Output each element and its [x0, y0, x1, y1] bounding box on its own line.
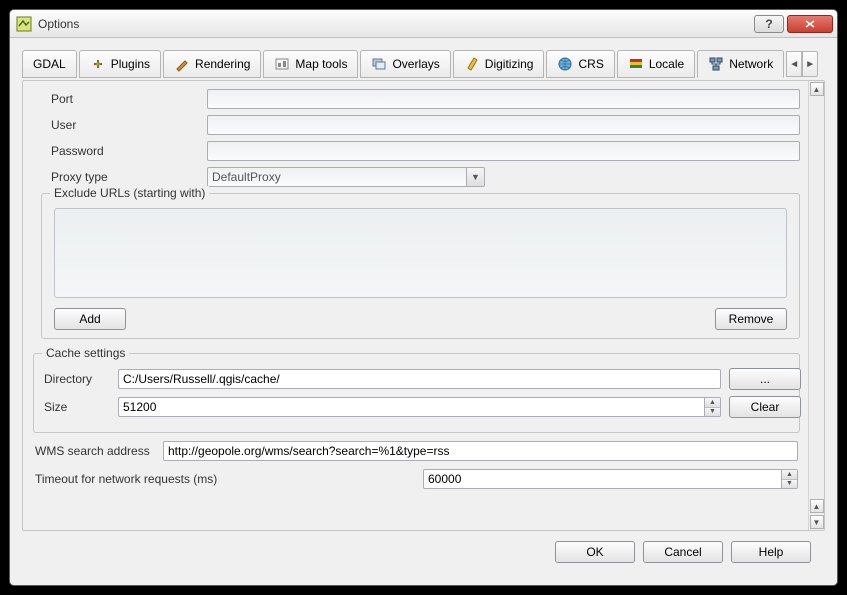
globe-icon: [557, 56, 573, 72]
exclude-urls-list[interactable]: [54, 208, 787, 298]
proxy-type-combo[interactable]: ▼: [207, 167, 800, 187]
window-title: Options: [38, 17, 751, 31]
tab-digitizing[interactable]: Digitizing: [453, 50, 545, 78]
tab-scroll-right[interactable]: ►: [802, 51, 818, 77]
options-dialog: Options ? GDAL Plugins Rendering Map too…: [9, 9, 838, 586]
tab-strip: GDAL Plugins Rendering Map tools Overlay…: [22, 48, 825, 80]
wms-label: WMS search address: [35, 444, 155, 458]
size-spinbox[interactable]: ▲▼: [118, 397, 721, 417]
directory-input[interactable]: [118, 369, 721, 389]
overlays-icon: [371, 56, 387, 72]
vertical-scrollbar[interactable]: ▲ ▲ ▼: [808, 81, 824, 530]
ok-button[interactable]: OK: [555, 541, 635, 563]
timeout-label: Timeout for network requests (ms): [35, 472, 415, 486]
timeout-input[interactable]: [423, 469, 782, 489]
tab-plugins[interactable]: Plugins: [79, 50, 161, 78]
tab-scroll-left[interactable]: ◄: [786, 51, 802, 77]
dialog-button-row: OK Cancel Help: [22, 531, 825, 575]
user-input[interactable]: [207, 115, 800, 135]
chevron-down-icon[interactable]: ▼: [467, 167, 485, 187]
pencil-icon: [464, 56, 480, 72]
network-icon: [708, 56, 724, 72]
plugin-icon: [90, 56, 106, 72]
brush-icon: [174, 56, 190, 72]
proxy-type-value[interactable]: [207, 167, 467, 187]
proxy-type-label: Proxy type: [51, 167, 201, 187]
spin-down-icon[interactable]: ▼: [705, 408, 720, 417]
tab-crs[interactable]: CRS: [546, 50, 614, 78]
tab-rendering[interactable]: Rendering: [163, 50, 261, 78]
maptools-icon: [274, 56, 290, 72]
directory-label: Directory: [44, 372, 110, 386]
size-label: Size: [44, 400, 110, 414]
spin-up-icon[interactable]: ▲: [705, 398, 720, 408]
exclude-urls-group: Exclude URLs (starting with) Add Remove: [41, 193, 800, 339]
titlebar[interactable]: Options ?: [10, 10, 837, 38]
help-button[interactable]: ?: [754, 15, 784, 33]
spin-down-icon[interactable]: ▼: [782, 480, 797, 489]
cache-legend: Cache settings: [42, 346, 129, 360]
tab-network[interactable]: Network: [697, 50, 784, 78]
dialog-content: GDAL Plugins Rendering Map tools Overlay…: [10, 38, 837, 585]
scroll-up-icon[interactable]: ▲: [810, 82, 824, 96]
remove-button[interactable]: Remove: [715, 308, 787, 330]
port-input[interactable]: [207, 89, 800, 109]
user-label: User: [51, 115, 201, 135]
browse-button[interactable]: ...: [729, 368, 801, 390]
app-icon: [16, 16, 32, 32]
cache-settings-group: Cache settings Directory ... Size ▲▼ Cle…: [33, 353, 800, 433]
password-label: Password: [51, 141, 201, 161]
spin-up-icon[interactable]: ▲: [782, 470, 797, 480]
size-input[interactable]: [118, 397, 705, 417]
cancel-button[interactable]: Cancel: [643, 541, 723, 563]
add-button[interactable]: Add: [54, 308, 126, 330]
tab-locale[interactable]: Locale: [617, 50, 695, 78]
help-dialog-button[interactable]: Help: [731, 541, 811, 563]
tab-gdal[interactable]: GDAL: [22, 50, 77, 78]
scroll-down-icon[interactable]: ▼: [810, 515, 824, 529]
tab-overlays[interactable]: Overlays: [360, 50, 450, 78]
port-label: Port: [51, 89, 201, 109]
close-button[interactable]: [787, 15, 833, 33]
network-panel: Port User Password Proxy type ▼ Exclude …: [22, 80, 825, 531]
wms-input[interactable]: [163, 441, 798, 461]
timeout-spinbox[interactable]: ▲▼: [423, 469, 798, 489]
tab-maptools[interactable]: Map tools: [263, 50, 358, 78]
flag-icon: [628, 56, 644, 72]
exclude-urls-legend: Exclude URLs (starting with): [50, 186, 209, 200]
password-input[interactable]: [207, 141, 800, 161]
scroll-up-icon[interactable]: ▲: [810, 499, 824, 513]
clear-button[interactable]: Clear: [729, 396, 801, 418]
